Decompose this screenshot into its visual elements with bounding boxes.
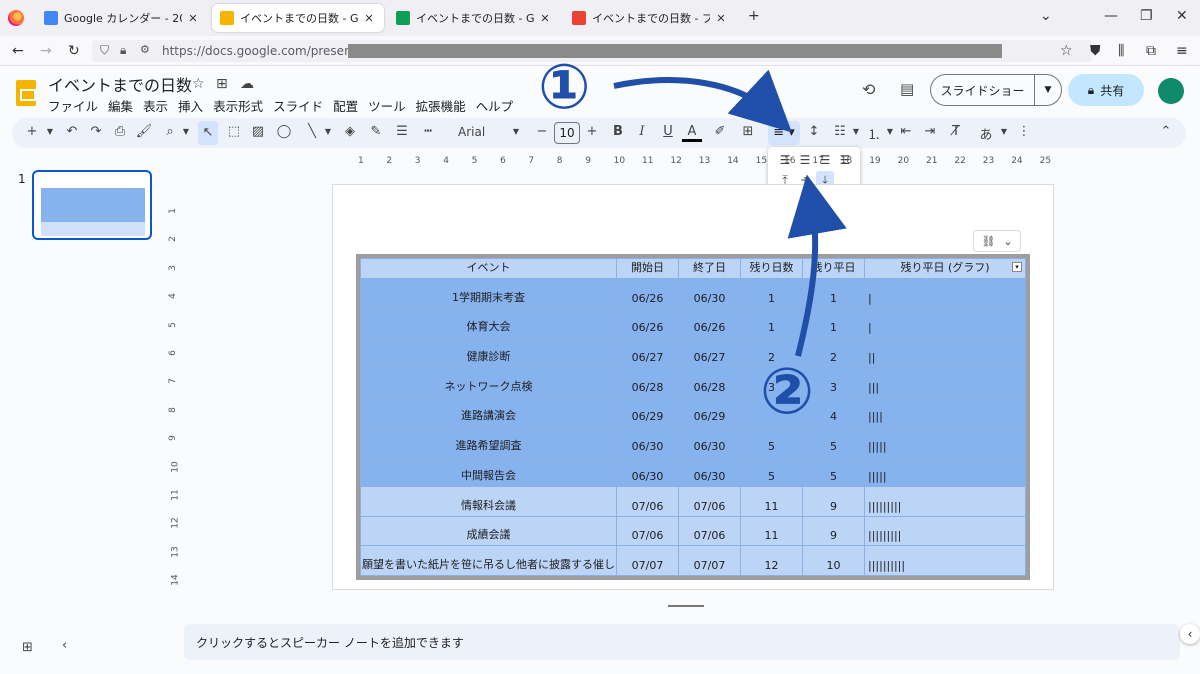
annotation-overlay <box>613 69 847 357</box>
annotation-arrow-2 <box>787 174 847 357</box>
annotation-arrow-1 <box>613 69 792 133</box>
step-1-marker: ① <box>538 50 591 123</box>
step-2-marker: ② <box>760 355 815 429</box>
